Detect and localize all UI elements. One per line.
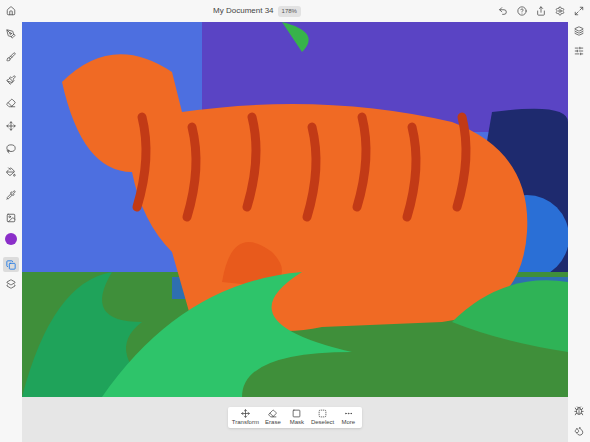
pen-icon (6, 29, 16, 39)
erase-icon (268, 409, 277, 418)
right-top-tools (574, 26, 584, 56)
selection-action[interactable]: Deselect (310, 409, 335, 426)
droplets-icon[interactable] (574, 426, 584, 436)
tiger-stripe (247, 117, 256, 207)
workspace: Transform Erase Mask Deselect More (0, 22, 590, 442)
tool-button[interactable] (3, 141, 19, 156)
action-label: Transform (232, 418, 259, 426)
lasso-icon (6, 144, 16, 154)
settings-icon[interactable] (555, 6, 565, 16)
transform-icon (241, 409, 250, 418)
selection-toolbar: Transform Erase Mask Deselect More (228, 407, 362, 428)
tool-button[interactable] (3, 210, 19, 225)
canvas (22, 22, 568, 397)
undo-icon[interactable] (498, 6, 508, 16)
selection-action[interactable]: More (337, 409, 359, 426)
plant-fern (102, 272, 352, 397)
bug-icon[interactable] (574, 406, 584, 416)
app: My Document 34 178% Transform Erase Mask Dese… (0, 0, 590, 442)
right-toolbar (568, 22, 590, 442)
left-toolbar (0, 22, 22, 442)
fill-icon (6, 167, 16, 177)
tool-button[interactable] (3, 187, 19, 202)
title-area: My Document 34 178% (16, 5, 498, 17)
tiger-stripe (357, 117, 366, 207)
action-label: More (341, 418, 355, 426)
leaf-top (282, 22, 309, 52)
tiger-stripe (187, 127, 196, 217)
tiger-stripe (307, 127, 316, 217)
layer-tool-button[interactable] (3, 257, 19, 272)
canvas-area: Transform Erase Mask Deselect More (22, 22, 568, 442)
tool-button[interactable] (3, 95, 19, 110)
tool-button[interactable] (3, 118, 19, 133)
properties-icon[interactable] (574, 46, 584, 56)
share-icon[interactable] (536, 6, 546, 16)
tool-button[interactable] (3, 49, 19, 64)
deselect-icon (318, 409, 327, 418)
color-swatch[interactable] (5, 233, 17, 245)
top-actions (498, 6, 584, 16)
help-icon[interactable] (517, 6, 527, 16)
mask-icon (292, 409, 301, 418)
layer-stack-icon (6, 279, 16, 289)
tiger-stripe (457, 117, 466, 207)
tiger-body (62, 54, 527, 348)
selection-action[interactable]: Transform (231, 409, 260, 426)
fullscreen-icon[interactable] (574, 6, 584, 16)
tiger-stripe (137, 117, 146, 207)
artwork-canvas[interactable] (22, 22, 568, 397)
right-bottom-tools (574, 406, 584, 442)
tool-button[interactable] (3, 72, 19, 87)
layer-tool-button[interactable] (3, 276, 19, 291)
canvas-footer: Transform Erase Mask Deselect More (22, 397, 568, 442)
layer-tools (3, 257, 19, 291)
tool-button[interactable] (3, 164, 19, 179)
action-label: Deselect (311, 418, 334, 426)
layers-icon[interactable] (574, 26, 584, 36)
move-icon (6, 121, 16, 131)
home-icon[interactable] (6, 6, 16, 16)
selection-action[interactable]: Erase (262, 409, 284, 426)
tiger-stripe (407, 127, 416, 217)
paintbrush-icon (6, 75, 16, 85)
brush-icon (6, 52, 16, 62)
tool-button[interactable] (3, 26, 19, 41)
selection-action[interactable]: Mask (286, 409, 308, 426)
image-icon (6, 213, 16, 223)
layer-select-icon (6, 260, 16, 270)
sky (22, 22, 568, 397)
eyedropper-icon (6, 190, 16, 200)
plant-right (452, 280, 568, 352)
eraser-icon (6, 98, 16, 108)
zoom-badge[interactable]: 178% (278, 6, 301, 17)
action-label: Erase (265, 418, 281, 426)
top-bar: My Document 34 178% (0, 0, 590, 22)
document-title[interactable]: My Document 34 (213, 5, 273, 17)
more-icon (344, 409, 353, 418)
action-label: Mask (290, 418, 304, 426)
